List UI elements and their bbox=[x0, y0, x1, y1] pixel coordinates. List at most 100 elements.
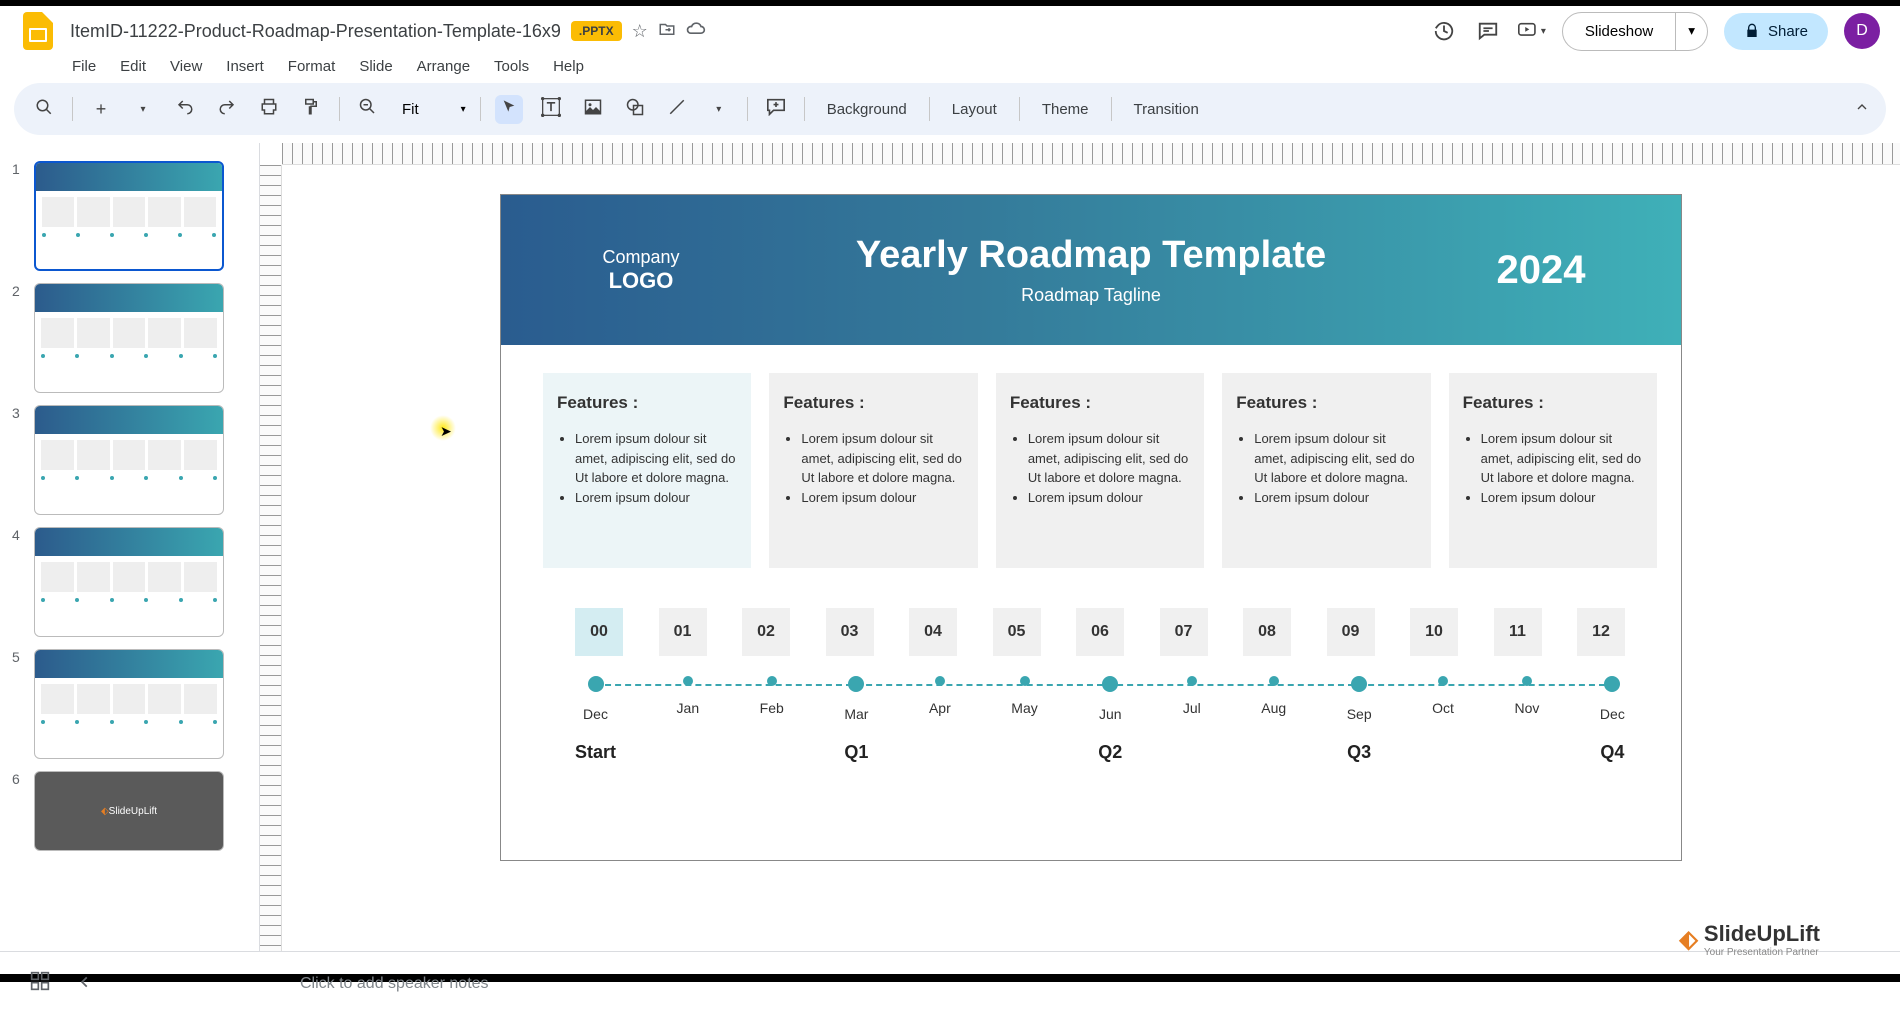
month-item-Jan: Jan bbox=[677, 676, 700, 763]
slideshow-button[interactable]: Slideshow bbox=[1562, 12, 1676, 51]
month-item-Jul: Jul bbox=[1183, 676, 1201, 763]
content-card: Features : Lorem ipsum dolour sit amet, a… bbox=[519, 345, 1681, 838]
slide-thumbnail-3[interactable]: 3 bbox=[12, 405, 247, 515]
slide-thumbnail-1[interactable]: 1 bbox=[12, 161, 247, 271]
timeline-number-10: 10 bbox=[1410, 608, 1458, 656]
slide-area[interactable]: ➤ Company LOGO Yearly Roadmap Template R… bbox=[282, 165, 1900, 951]
cloud-icon[interactable] bbox=[686, 21, 706, 42]
menu-slide[interactable]: Slide bbox=[359, 58, 392, 75]
slide-thumbnail-4[interactable]: 4 bbox=[12, 527, 247, 637]
slide-thumbnail-2[interactable]: 2 bbox=[12, 283, 247, 393]
month-label: Jul bbox=[1183, 700, 1201, 716]
shape-icon[interactable] bbox=[621, 98, 649, 121]
collapse-toolbar-icon[interactable] bbox=[1854, 99, 1870, 120]
timeline-dot bbox=[1438, 676, 1448, 686]
menu-view[interactable]: View bbox=[170, 58, 202, 75]
thumbnail-number: 1 bbox=[12, 161, 24, 271]
new-slide-dropdown-icon[interactable]: ▾ bbox=[129, 104, 157, 115]
month-label: Jan bbox=[677, 700, 700, 716]
menu-arrange[interactable]: Arrange bbox=[417, 58, 470, 75]
format-badge: .PPTX bbox=[571, 21, 622, 41]
paint-format-icon[interactable] bbox=[297, 98, 325, 121]
quarter-label: Q4 bbox=[1600, 742, 1624, 763]
document-title[interactable]: ItemID-11222-Product-Roadmap-Presentatio… bbox=[70, 21, 561, 42]
feature-item: Lorem ipsum dolour sit amet, adipiscing … bbox=[801, 429, 963, 488]
background-button[interactable]: Background bbox=[819, 97, 915, 122]
month-label: Feb bbox=[760, 700, 784, 716]
menu-file[interactable]: File bbox=[72, 58, 96, 75]
zoom-select[interactable]: Fit ▾ bbox=[396, 101, 466, 118]
month-item-Feb: Feb bbox=[760, 676, 784, 763]
month-label: Mar bbox=[844, 706, 868, 722]
feature-item: Lorem ipsum dolour sit amet, adipiscing … bbox=[1481, 429, 1643, 488]
timeline-number-07: 07 bbox=[1160, 608, 1208, 656]
new-slide-icon[interactable]: + bbox=[87, 99, 115, 120]
slide-content[interactable]: Company LOGO Yearly Roadmap Template Roa… bbox=[501, 195, 1681, 860]
timeline-number-09: 09 bbox=[1327, 608, 1375, 656]
grid-view-icon[interactable] bbox=[30, 971, 50, 997]
menu-format[interactable]: Format bbox=[288, 58, 336, 75]
speaker-notes-bar: Click to add speaker notes ⬖ SlideUpLift… bbox=[0, 951, 1900, 1015]
lock-icon bbox=[1744, 23, 1760, 39]
quarter-label: Q1 bbox=[844, 742, 868, 763]
slide-thumbnail-6[interactable]: 6⬖ SlideUpLift bbox=[12, 771, 247, 851]
month-item-Oct: Oct bbox=[1432, 676, 1454, 763]
search-icon[interactable] bbox=[30, 98, 58, 121]
month-item-Apr: Apr bbox=[929, 676, 951, 763]
feature-item: Lorem ipsum dolour bbox=[1481, 488, 1643, 508]
timeline-number-08: 08 bbox=[1243, 608, 1291, 656]
layout-button[interactable]: Layout bbox=[944, 97, 1005, 122]
zoom-out-icon[interactable] bbox=[354, 98, 382, 121]
comment-icon[interactable] bbox=[1474, 17, 1502, 45]
horizontal-ruler bbox=[282, 143, 1900, 165]
timeline-number-00: 00 bbox=[575, 608, 623, 656]
feature-item: Lorem ipsum dolour bbox=[575, 488, 737, 508]
feature-heading: Features : bbox=[1236, 393, 1416, 413]
feature-item: Lorem ipsum dolour bbox=[1254, 488, 1416, 508]
month-item-Dec: DecStart bbox=[575, 676, 616, 763]
timeline-dot bbox=[935, 676, 945, 686]
menu-tools[interactable]: Tools bbox=[494, 58, 529, 75]
menu-edit[interactable]: Edit bbox=[120, 58, 146, 75]
undo-icon[interactable] bbox=[171, 98, 199, 121]
feature-item: Lorem ipsum dolour bbox=[1028, 488, 1190, 508]
image-icon[interactable] bbox=[579, 98, 607, 121]
quarter-label: Q3 bbox=[1347, 742, 1371, 763]
comment-add-icon[interactable] bbox=[762, 98, 790, 121]
slide-thumbnail-5[interactable]: 5 bbox=[12, 649, 247, 759]
line-icon[interactable] bbox=[663, 98, 691, 121]
line-dropdown-icon[interactable]: ▾ bbox=[705, 104, 733, 115]
cursor-icon: ➤ bbox=[440, 423, 452, 440]
slides-logo-icon[interactable] bbox=[20, 13, 56, 49]
month-label: Oct bbox=[1432, 700, 1454, 716]
month-label: Dec bbox=[583, 706, 608, 722]
theme-button[interactable]: Theme bbox=[1034, 97, 1097, 122]
select-tool-icon[interactable] bbox=[495, 95, 523, 124]
menu-insert[interactable]: Insert bbox=[226, 58, 264, 75]
slideshow-dropdown[interactable]: ▾ bbox=[1676, 12, 1708, 51]
textbox-icon[interactable] bbox=[537, 97, 565, 122]
timeline-number-11: 11 bbox=[1494, 608, 1542, 656]
move-icon[interactable] bbox=[658, 20, 676, 43]
timeline-months: DecStartJanFebMarQ1AprMayJunQ2JulAugSepQ… bbox=[575, 676, 1625, 763]
company-label: Company bbox=[551, 247, 731, 268]
redo-icon[interactable] bbox=[213, 98, 241, 121]
print-icon[interactable] bbox=[255, 98, 283, 121]
watermark: ⬖ SlideUpLift Your Presentation Partner bbox=[1679, 921, 1820, 958]
feature-item: Lorem ipsum dolour sit amet, adipiscing … bbox=[1028, 429, 1190, 488]
thumbnail-number: 4 bbox=[12, 527, 24, 637]
title-bar: ItemID-11222-Product-Roadmap-Presentatio… bbox=[0, 6, 1900, 56]
menu-help[interactable]: Help bbox=[553, 58, 584, 75]
collapse-filmstrip-icon[interactable] bbox=[78, 972, 92, 995]
history-icon[interactable] bbox=[1430, 17, 1458, 45]
slide-panel[interactable]: 1 2 3 4 5 6⬖ SlideUpLift bbox=[0, 143, 260, 951]
share-button[interactable]: Share bbox=[1724, 13, 1828, 50]
user-avatar[interactable]: D bbox=[1844, 13, 1880, 49]
star-icon[interactable]: ☆ bbox=[632, 21, 648, 42]
present-icon[interactable]: ▾ bbox=[1518, 17, 1546, 45]
month-item-Aug: Aug bbox=[1261, 676, 1286, 763]
speaker-notes-input[interactable]: Click to add speaker notes bbox=[300, 975, 489, 993]
slide-title: Yearly Roadmap Template bbox=[731, 234, 1451, 277]
transition-button[interactable]: Transition bbox=[1126, 97, 1207, 122]
month-label: May bbox=[1011, 700, 1037, 716]
